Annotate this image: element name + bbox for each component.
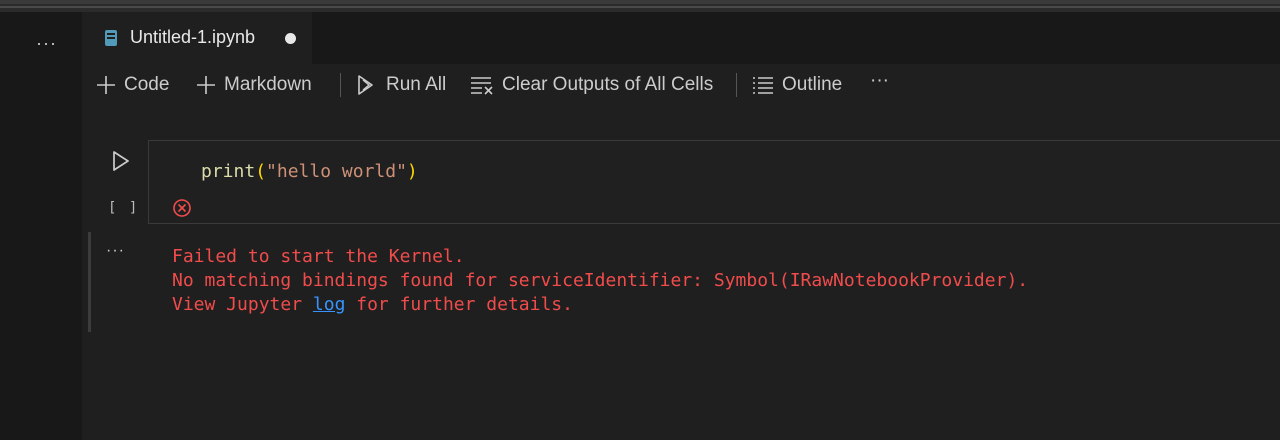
activity-sidebar: ···: [0, 12, 82, 440]
clear-outputs-label: Clear Outputs of All Cells: [502, 74, 714, 95]
cell-error-output: Failed to start the Kernel. No matching b…: [172, 245, 1028, 317]
error-status-icon: [173, 199, 191, 217]
outline-label: Outline: [782, 74, 843, 95]
tab-strip: Untitled-1.ipynb: [82, 12, 1280, 64]
plus-icon: [97, 76, 115, 94]
output-focus-bar: [88, 232, 91, 332]
plus-icon: [197, 76, 215, 94]
notebook-toolbar: Code Markdown Run All Clear Outputs of A…: [82, 64, 1280, 106]
jupyter-log-link[interactable]: log: [313, 294, 346, 315]
add-code-label: Code: [124, 74, 170, 95]
error-line-1: Failed to start the Kernel.: [172, 246, 465, 267]
clear-all-icon: [471, 77, 493, 95]
code-string-token: "hello world": [266, 161, 407, 182]
tab-label: Untitled-1.ipynb: [130, 27, 256, 47]
run-all-button[interactable]: Run All: [356, 72, 446, 98]
error-line-3: View Jupyter log for further details.: [172, 293, 1028, 317]
code-cell-editor[interactable]: print("hello world"): [148, 140, 1280, 224]
output-more-icon[interactable]: ···: [106, 242, 125, 260]
error-line-2: No matching bindings found for serviceId…: [172, 270, 1029, 291]
add-markdown-label: Markdown: [224, 74, 312, 95]
run-all-icon: [358, 75, 373, 95]
add-markdown-cell-button[interactable]: Markdown: [196, 72, 312, 98]
toolbar-more-icon[interactable]: ···: [870, 68, 889, 94]
code-line: print("hello world"): [201, 161, 418, 182]
code-paren-token: (: [255, 161, 267, 182]
outline-icon: [753, 77, 773, 94]
outline-button[interactable]: Outline: [752, 72, 842, 98]
error-line-3-suffix: for further details.: [345, 294, 573, 315]
toolbar-separator: [736, 73, 737, 97]
sidebar-more-icon[interactable]: ···: [36, 34, 57, 52]
run-cell-icon[interactable]: [110, 150, 132, 172]
code-paren-token: ): [406, 161, 418, 182]
error-line-3-prefix: View Jupyter: [172, 294, 313, 315]
code-function-token: print: [201, 161, 256, 182]
notebook-icon: [105, 30, 117, 46]
tab-untitled-notebook[interactable]: Untitled-1.ipynb: [82, 12, 312, 64]
execution-count: [ ]: [108, 200, 140, 216]
toolbar-separator: [340, 73, 341, 97]
add-code-cell-button[interactable]: Code: [96, 72, 169, 98]
unsaved-dot-icon[interactable]: [285, 33, 296, 44]
window-top-line: [0, 6, 1280, 8]
clear-outputs-button[interactable]: Clear Outputs of All Cells: [470, 72, 713, 98]
run-all-label: Run All: [386, 74, 447, 95]
